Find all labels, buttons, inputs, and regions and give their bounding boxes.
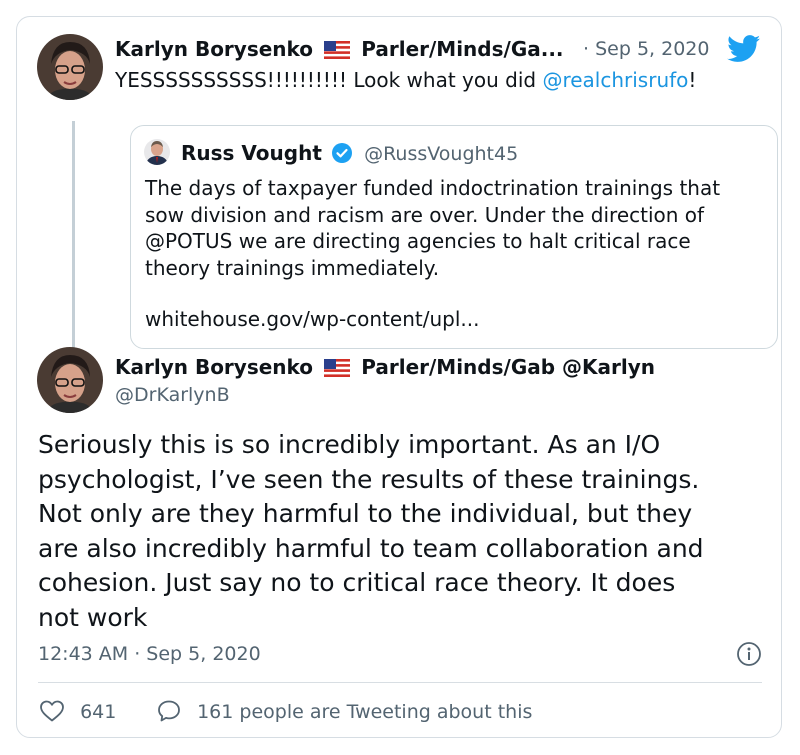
main-avatar[interactable] (37, 347, 103, 413)
verified-badge-icon (331, 143, 352, 163)
tweet-card: Karlyn Borysenko Parler/Minds/Ga... · Se… (16, 16, 782, 738)
main-header: Karlyn Borysenko Parler/Minds/Gab @Karly… (115, 355, 655, 379)
quoted-handle[interactable]: @RussVought45 (364, 143, 518, 165)
main-name-suffix: Parler/Minds/Gab @Karlyn (361, 355, 656, 379)
main-text-line: Not only are they harmful to the individ… (38, 499, 693, 528)
main-display-name[interactable]: Karlyn Borysenko (115, 355, 313, 379)
quoted-text-line: sow division and racism are over. Under … (145, 202, 705, 227)
conversation-label: 161 people are Tweeting about this (197, 701, 533, 723)
us-flag-icon (324, 359, 351, 377)
main-handle[interactable]: @DrKarlynB (115, 384, 230, 406)
quoted-avatar[interactable] (144, 139, 170, 165)
reply-mention-link[interactable]: @realchrisrufo (542, 68, 688, 92)
us-flag-icon (324, 41, 351, 59)
quoted-text: The days of taxpayer funded indoctrinati… (145, 175, 720, 281)
quoted-header: Russ Vought @RussVought45 (181, 141, 518, 165)
reply-header: Karlyn Borysenko Parler/Minds/Ga... (115, 37, 564, 61)
main-text-line: cohesion. Just say no to critical race t… (38, 568, 676, 597)
reply-text-suffix: ! (688, 68, 697, 92)
speech-bubble-icon (158, 700, 180, 722)
quoted-text-line: theory trainings immediately. (145, 255, 440, 280)
reply-display-name[interactable]: Karlyn Borysenko (115, 37, 313, 61)
conversation-link[interactable]: 161 people are Tweeting about this (156, 699, 532, 723)
like-count: 641 (80, 701, 117, 723)
heart-icon (40, 700, 64, 722)
info-icon[interactable] (736, 641, 762, 671)
thread-line (72, 121, 75, 355)
main-tweet-text: Seriously this is so incredibly importan… (38, 428, 704, 635)
reply-separator: · (583, 38, 590, 60)
reply-date-group: · Sep 5, 2020 (583, 38, 709, 60)
quoted-link[interactable]: whitehouse.gov/wp-content/upl... (145, 306, 480, 333)
quoted-tweet[interactable]: Russ Vought @RussVought45 The days of ta… (130, 125, 778, 349)
quoted-text-line: The days of taxpayer funded indoctrinati… (145, 176, 721, 200)
reply-text-prefix: YESSSSSSSSSS!!!!!!!!!! Look what you did (115, 68, 543, 92)
reply-name-suffix: Parler/Minds/Ga... (361, 37, 564, 61)
reply-avatar[interactable] (37, 34, 103, 100)
main-text-line: are also incredibly harmful to team coll… (38, 533, 704, 563)
twitter-bird-icon[interactable] (727, 35, 761, 67)
like-button[interactable]: 641 (39, 699, 116, 723)
divider (38, 682, 762, 683)
main-text-line: not work (38, 602, 148, 632)
reply-text: YESSSSSSSSSS!!!!!!!!!! Look what you did… (115, 68, 696, 92)
reply-date[interactable]: Sep 5, 2020 (595, 38, 709, 60)
quoted-display-name[interactable]: Russ Vought (181, 141, 322, 165)
quoted-text-line: @POTUS we are directing agencies to halt… (145, 229, 691, 253)
main-text-line: psychologist, I’ve seen the results of t… (38, 464, 700, 494)
main-text-line: Seriously this is so incredibly importan… (38, 430, 661, 459)
timestamp[interactable]: 12:43 AM · Sep 5, 2020 (38, 643, 261, 665)
